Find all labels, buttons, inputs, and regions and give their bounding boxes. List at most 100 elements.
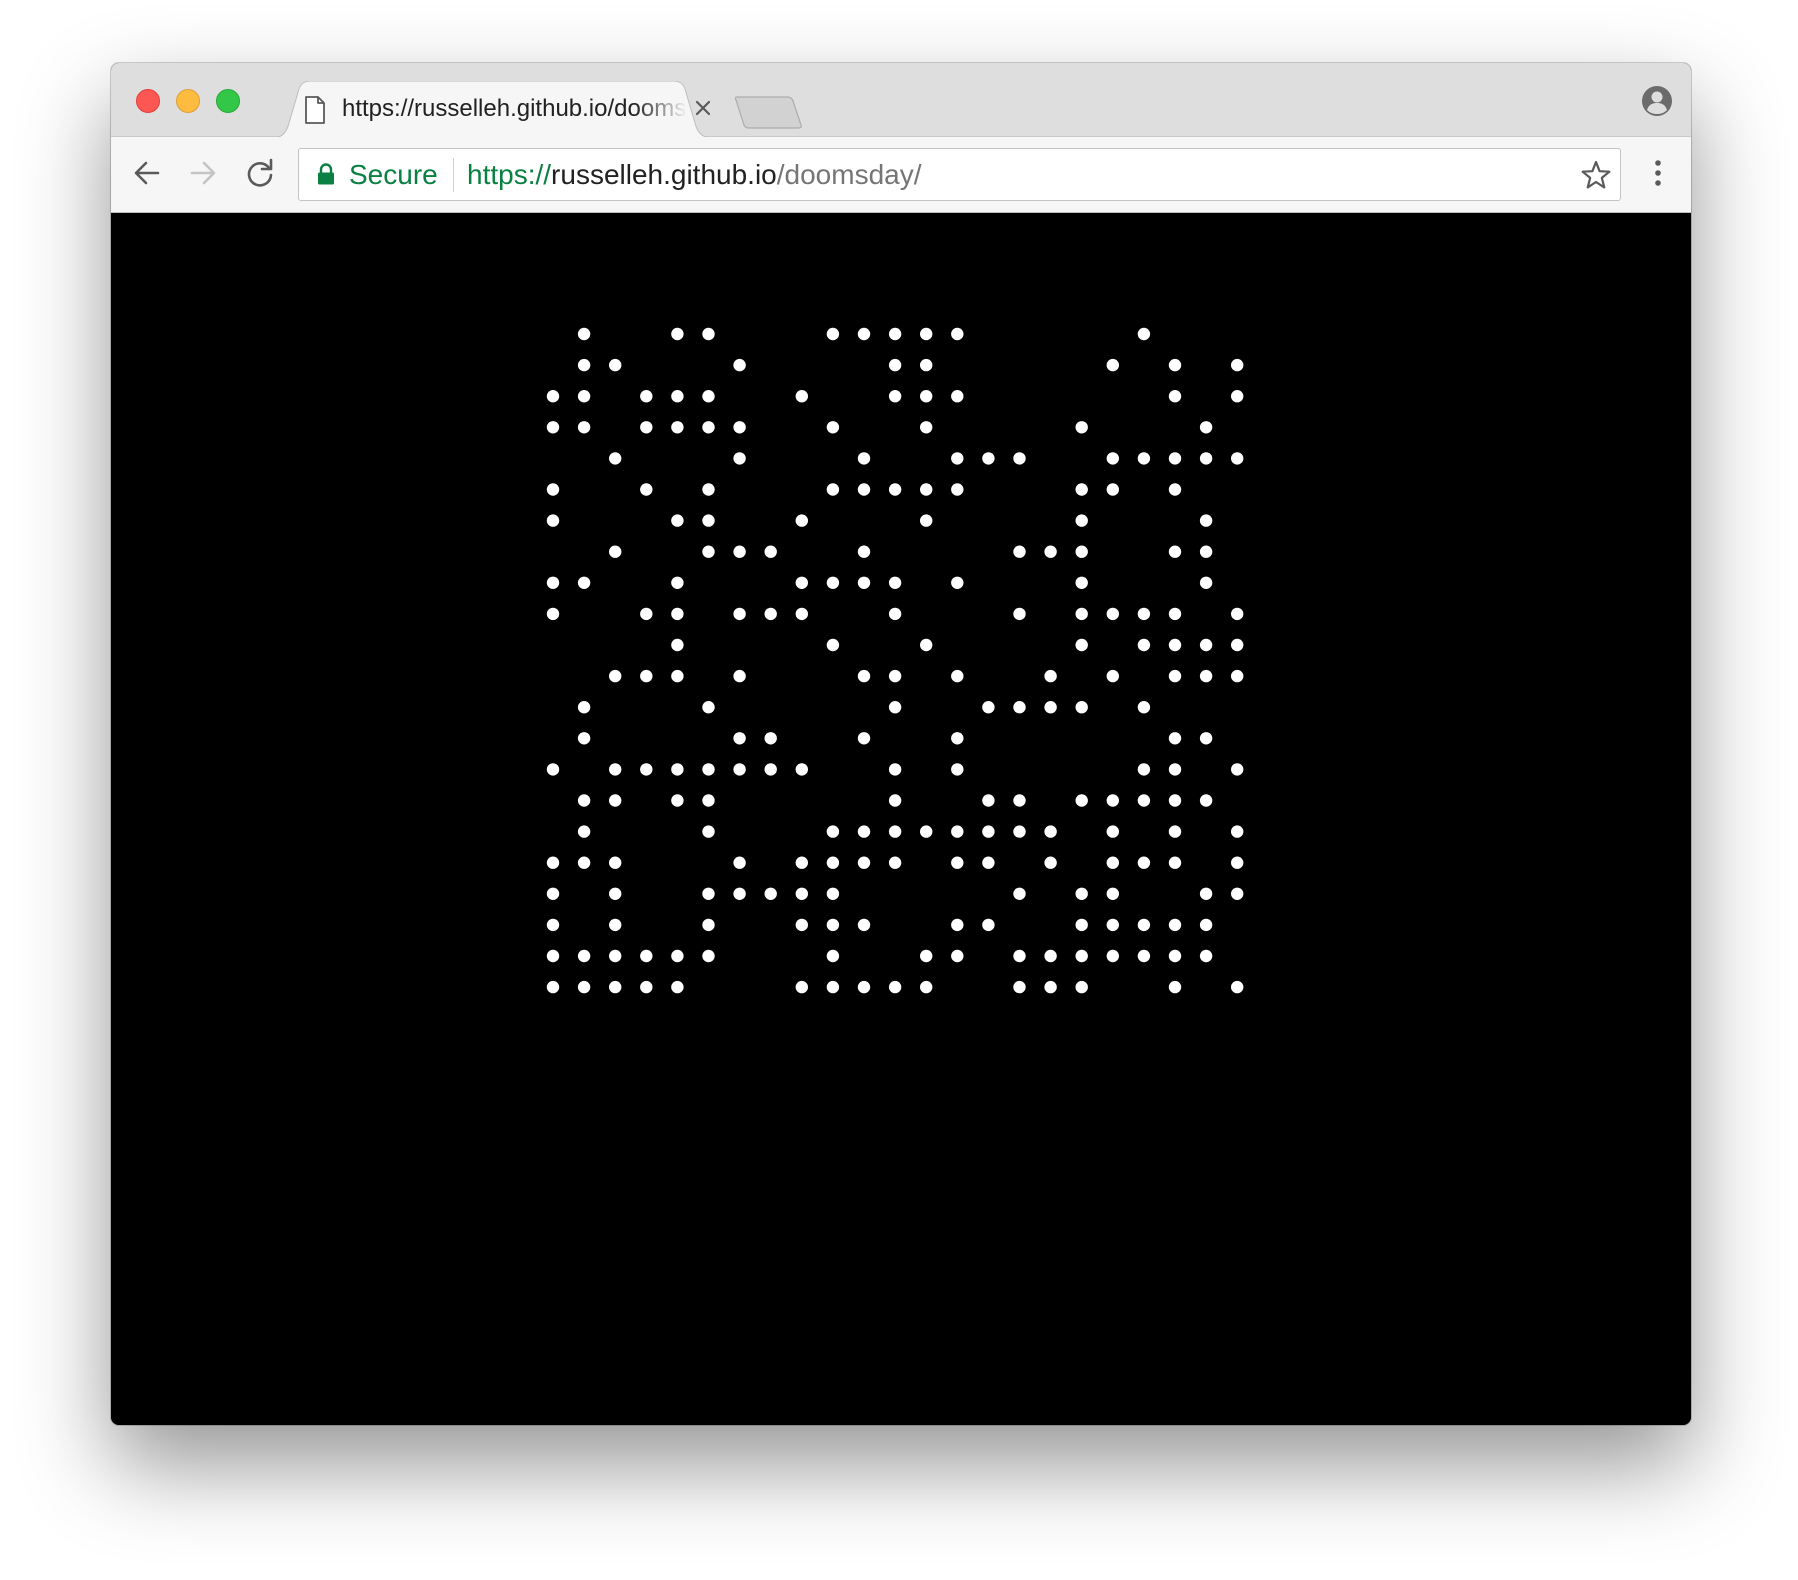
live-cell: [951, 669, 964, 683]
live-cell: [982, 452, 995, 465]
live-cell: [1137, 701, 1151, 714]
live-cell: [702, 918, 715, 932]
live-cell: [1231, 390, 1244, 403]
live-cell: [1044, 856, 1057, 869]
forward-arrow-icon[interactable]: [185, 155, 221, 191]
live-cell: [1013, 701, 1026, 714]
live-cell: [888, 607, 902, 621]
live-cell: [640, 763, 653, 776]
live-cell: [671, 421, 684, 434]
live-cell: [888, 390, 902, 403]
live-cell: [888, 763, 902, 776]
close-icon[interactable]: [691, 96, 715, 120]
live-cell: [1231, 452, 1244, 465]
live-cell: [857, 545, 871, 558]
live-cell: [826, 327, 840, 341]
live-cell: [577, 825, 591, 838]
back-arrow-icon[interactable]: [129, 155, 165, 191]
live-cell: [671, 949, 684, 963]
live-cell: [982, 856, 995, 869]
secure-label: Secure: [349, 159, 438, 190]
live-cell: [546, 918, 560, 932]
live-cell: [1137, 763, 1151, 776]
live-cell: [702, 701, 715, 714]
live-cell: [951, 763, 964, 776]
live-cell: [951, 452, 964, 465]
live-cell: [609, 887, 622, 900]
live-cell: [920, 514, 933, 527]
live-cell: [1013, 825, 1026, 838]
live-cell: [920, 980, 933, 994]
live-cell: [640, 421, 653, 434]
live-cell: [546, 980, 560, 994]
tab-doomsday[interactable]: https://russelleh.github.io/doomsday/: [273, 81, 715, 138]
live-cell: [640, 949, 653, 963]
live-cell: [1231, 638, 1244, 652]
live-cell: [1199, 887, 1213, 900]
live-cell: [920, 390, 933, 403]
live-cell: [888, 980, 902, 994]
live-cell: [671, 763, 684, 776]
live-cell: [951, 856, 964, 869]
live-cell: [920, 638, 933, 652]
new-tab-icon[interactable]: [735, 95, 805, 129]
live-cell: [1199, 638, 1213, 652]
profile-icon[interactable]: [1641, 85, 1673, 117]
live-cell: [1013, 887, 1026, 900]
live-cell: [1137, 918, 1151, 932]
live-cell: [702, 949, 715, 963]
page-content: [111, 213, 1691, 1425]
live-cell: [671, 794, 684, 807]
live-cell: [888, 794, 902, 807]
tab-strip: https://russelleh.github.io/doomsday/: [111, 63, 1691, 138]
live-cell: [1106, 607, 1119, 621]
star-icon[interactable]: [1580, 159, 1612, 191]
live-cell: [1044, 669, 1057, 683]
live-cell: [577, 421, 591, 434]
live-cell: [857, 918, 871, 932]
live-cell: [857, 825, 871, 838]
url-text[interactable]: https://russelleh.github.io/doomsday/: [467, 159, 922, 191]
window-close-button[interactable]: [136, 89, 160, 113]
live-cell: [733, 358, 746, 372]
live-cell: [640, 483, 653, 496]
live-cell: [1199, 545, 1213, 558]
live-cell: [733, 732, 746, 745]
live-cell: [1075, 638, 1088, 652]
live-cell: [1106, 483, 1119, 496]
live-cell: [982, 794, 995, 807]
live-cell: [1199, 421, 1213, 434]
live-cell: [1106, 452, 1119, 465]
live-cell: [1199, 732, 1213, 745]
live-cell: [1075, 421, 1088, 434]
live-cell: [951, 576, 964, 589]
live-cell: [888, 701, 902, 714]
live-cell: [826, 825, 840, 838]
live-cell: [546, 483, 560, 496]
live-cell: [609, 980, 622, 994]
live-cell: [546, 607, 560, 621]
live-cell: [795, 856, 808, 869]
live-cell: [888, 856, 902, 869]
live-cell: [826, 576, 840, 589]
live-cell: [671, 669, 684, 683]
window-minimize-button[interactable]: [176, 89, 200, 113]
window-maximize-button[interactable]: [216, 89, 240, 113]
live-cell: [1013, 949, 1026, 963]
live-cell: [702, 794, 715, 807]
live-cell: [1137, 638, 1151, 652]
address-bar[interactable]: Secure https://russelleh.github.io/dooms…: [298, 148, 1621, 201]
live-cell: [764, 732, 777, 745]
url-scheme: https://: [467, 159, 552, 190]
live-cell: [951, 825, 964, 838]
live-cell: [764, 763, 777, 776]
live-cell: [888, 483, 902, 496]
lock-icon: [318, 163, 334, 185]
live-cell: [920, 483, 933, 496]
reload-icon[interactable]: [242, 155, 278, 191]
live-cell: [1231, 856, 1244, 869]
live-cell: [671, 576, 684, 589]
live-cell: [702, 421, 715, 434]
live-cell: [826, 856, 840, 869]
kebab-menu-icon[interactable]: [1643, 155, 1673, 191]
